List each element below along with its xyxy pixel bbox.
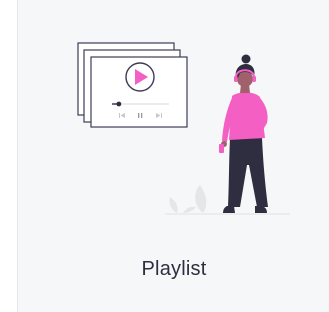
play-icon	[125, 62, 155, 92]
woman-figure	[219, 54, 268, 213]
plant	[169, 185, 207, 213]
card-label: Playlist	[141, 258, 207, 280]
playlist-illustration	[77, 42, 290, 215]
playlist-card[interactable]: Playlist	[17, 0, 329, 312]
phone	[219, 144, 224, 153]
